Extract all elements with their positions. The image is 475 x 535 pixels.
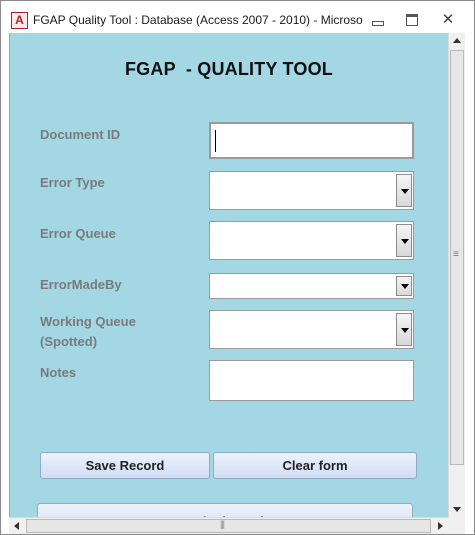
form-title: FGAP - QUALITY TOOL	[124, 59, 333, 79]
window-right-edge	[465, 33, 474, 534]
error-made-by-combo[interactable]	[209, 273, 414, 299]
access-app-icon[interactable]: A	[11, 12, 28, 29]
text-caret	[215, 130, 216, 152]
chevron-down-icon[interactable]	[396, 224, 412, 257]
chevron-down-icon[interactable]	[396, 174, 412, 207]
notes-input[interactable]	[209, 360, 414, 401]
error-type-label: Error Type	[40, 175, 105, 190]
error-queue-label: Error Queue	[40, 226, 116, 241]
error-type-combo[interactable]	[209, 171, 414, 210]
window-title: FGAP Quality Tool : Database (Access 200…	[33, 13, 363, 27]
size-grip	[448, 517, 465, 534]
vertical-scroll-thumb[interactable]	[450, 50, 464, 465]
form-body: FGAP - QUALITY TOOL Document ID Error Ty…	[9, 33, 448, 517]
document-id-label: Document ID	[40, 127, 121, 142]
vertical-scrollbar[interactable]	[448, 33, 465, 517]
minimize-icon[interactable]	[367, 12, 387, 28]
save-record-button[interactable]: Save Record	[40, 452, 210, 479]
scroll-down-arrow-icon[interactable]	[449, 501, 465, 517]
working-queue-combo[interactable]	[209, 310, 414, 349]
error-queue-combo[interactable]	[209, 221, 414, 260]
submit-button-partial[interactable]: Submit Total	[37, 503, 413, 517]
scroll-left-arrow-icon[interactable]	[9, 518, 25, 534]
error-made-by-label: ErrorMadeBy	[40, 277, 122, 292]
chevron-down-icon[interactable]	[396, 276, 412, 296]
scroll-up-arrow-icon[interactable]	[449, 33, 465, 49]
close-icon[interactable]: ✕	[438, 12, 458, 28]
maximize-icon[interactable]	[402, 12, 422, 28]
document-id-input[interactable]	[209, 122, 414, 159]
working-queue-label-spotted: (Spotted)	[40, 334, 98, 349]
scroll-right-arrow-icon[interactable]	[432, 518, 448, 534]
working-queue-label: Working Queue	[40, 314, 136, 329]
horizontal-scrollbar[interactable]	[9, 517, 448, 534]
title-bar[interactable]: A FGAP Quality Tool : Database (Access 2…	[1, 1, 474, 33]
notes-label: Notes	[40, 365, 77, 380]
horizontal-scroll-thumb[interactable]	[26, 519, 431, 533]
clear-form-button[interactable]: Clear form	[213, 452, 417, 479]
chevron-down-icon[interactable]	[396, 313, 412, 346]
